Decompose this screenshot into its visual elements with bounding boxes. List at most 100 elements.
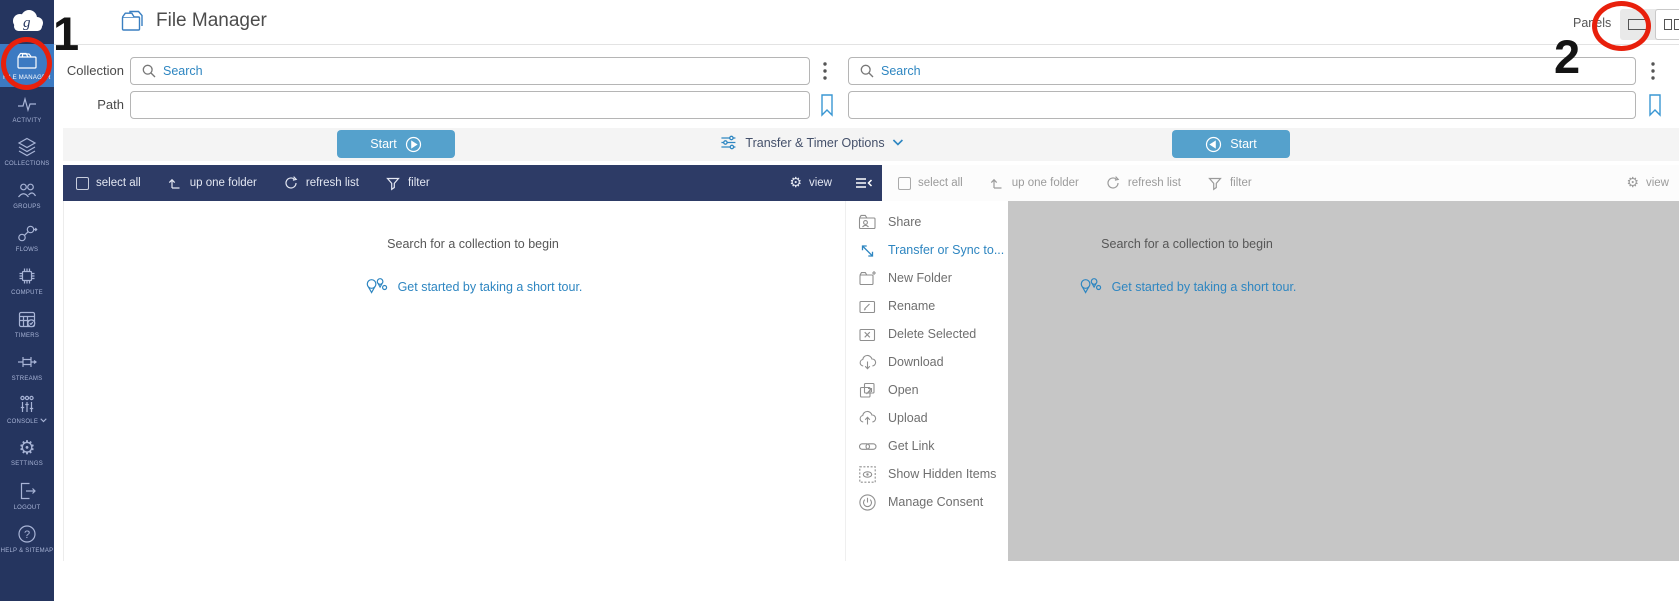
sidebar-item-groups[interactable]: GROUPS (0, 173, 54, 216)
play-right-icon (405, 136, 422, 153)
right-refresh-list[interactable]: refresh list (1105, 175, 1181, 191)
select-all-checkbox[interactable] (76, 177, 89, 190)
collapse-menu-icon[interactable] (854, 175, 873, 191)
page-title: File Manager (156, 10, 267, 32)
select-all-label: select all (918, 177, 963, 189)
tour-pins-icon (364, 276, 390, 298)
up-one-folder-label: up one folder (1012, 177, 1079, 189)
right-collection-menu-kebab-icon[interactable] (1650, 61, 1656, 81)
sidebar-item-file-manager[interactable]: FILE MANAGER (0, 44, 54, 87)
sidebar: g FILE MANAGER ACTIVITY COLLECTIONS GROU… (0, 0, 54, 601)
left-start-button[interactable]: Start (337, 130, 455, 158)
tour-pins-icon (1078, 276, 1104, 298)
tour-link-label: Get started by taking a short tour. (1112, 280, 1297, 294)
filter-label: filter (1230, 177, 1252, 189)
settings-gear-icon: ⚙ (18, 438, 35, 458)
path-label: Path (54, 97, 124, 112)
sidebar-item-flows[interactable]: FLOWS (0, 216, 54, 259)
right-start-button[interactable]: Start (1172, 130, 1290, 158)
sidebar-item-console[interactable]: CONSOLE (0, 388, 54, 431)
left-view-button[interactable]: ⚙ view (789, 175, 832, 191)
right-collection-search-input[interactable] (848, 57, 1636, 85)
sidebar-item-label: ACTIVITY (12, 118, 41, 125)
sidebar-item-help-sitemap[interactable]: ? HELP & SITEMAP (0, 517, 54, 560)
two-panel-button[interactable] (1655, 9, 1679, 40)
menu-item-share[interactable]: Share (846, 208, 1008, 236)
right-select-all[interactable]: select all (898, 177, 963, 190)
sidebar-item-collections[interactable]: COLLECTIONS (0, 130, 54, 173)
page-header: File Manager Panels (54, 0, 1679, 45)
left-path-input[interactable] (130, 91, 810, 119)
upload-cloud-icon (858, 409, 877, 428)
menu-item-show-hidden-items[interactable]: Show Hidden Items (846, 460, 1008, 488)
sidebar-item-label: SETTINGS (11, 461, 43, 468)
filter-funnel-icon (385, 175, 401, 191)
open-external-icon (858, 381, 877, 400)
compute-chip-icon (16, 265, 38, 287)
view-label: view (1646, 177, 1669, 189)
new-folder-icon (858, 269, 877, 288)
sidebar-item-label: COLLECTIONS (4, 161, 49, 168)
menu-item-delete-selected[interactable]: Delete Selected (846, 320, 1008, 348)
left-refresh-list[interactable]: refresh list (283, 175, 359, 191)
sidebar-item-streams[interactable]: STREAMS (0, 345, 54, 388)
filter-funnel-icon (1207, 175, 1223, 191)
single-panel-icon (1628, 19, 1648, 30)
help-question-icon: ? (16, 523, 38, 545)
right-filter[interactable]: filter (1207, 175, 1252, 191)
collections-layers-icon (16, 136, 38, 158)
menu-item-transfer-or-sync[interactable]: Transfer or Sync to... (846, 236, 1008, 264)
left-filter[interactable]: filter (385, 175, 430, 191)
right-empty-state-title: Search for a collection to begin (1101, 237, 1273, 251)
menu-item-label: Open (888, 383, 919, 397)
globus-logo[interactable]: g (0, 0, 54, 44)
left-collection-menu-kebab-icon[interactable] (822, 61, 828, 81)
start-button-label: Start (1230, 137, 1256, 151)
right-panel-toolbar: select all up one folder refresh list fi… (882, 165, 1679, 201)
sidebar-item-settings[interactable]: ⚙ SETTINGS (0, 431, 54, 474)
menu-item-open[interactable]: Open (846, 376, 1008, 404)
select-all-checkbox[interactable] (898, 177, 911, 190)
sidebar-item-label: FLOWS (16, 247, 39, 254)
sidebar-item-timers[interactable]: TIMERS (0, 302, 54, 345)
menu-item-label: Share (888, 215, 921, 229)
menu-item-download[interactable]: Download (846, 348, 1008, 376)
sidebar-item-label: GROUPS (13, 204, 41, 211)
refresh-list-label: refresh list (1128, 177, 1181, 189)
menu-item-upload[interactable]: Upload (846, 404, 1008, 432)
sidebar-item-label: LOGOUT (14, 505, 41, 512)
refresh-list-label: refresh list (306, 177, 359, 189)
menu-item-get-link[interactable]: Get Link (846, 432, 1008, 460)
right-tour-link[interactable]: Get started by taking a short tour. (1078, 276, 1297, 298)
sidebar-item-compute[interactable]: COMPUTE (0, 259, 54, 302)
menu-item-label: Download (888, 355, 944, 369)
right-path-bookmark-icon[interactable] (1647, 93, 1663, 117)
timers-calendar-icon (16, 308, 38, 330)
svg-text:?: ? (24, 529, 30, 541)
select-all-label: select all (96, 177, 141, 189)
right-path-input[interactable] (848, 91, 1636, 119)
file-manager-folder-icon (16, 50, 38, 72)
transfer-timer-options-toggle[interactable]: Transfer & Timer Options (720, 135, 903, 150)
start-button-label: Start (370, 137, 396, 151)
menu-item-new-folder[interactable]: New Folder (846, 264, 1008, 292)
filter-label: filter (408, 177, 430, 189)
sidebar-item-logout[interactable]: LOGOUT (0, 474, 54, 517)
left-path-bookmark-icon[interactable] (819, 93, 835, 117)
collection-label: Collection (54, 63, 124, 78)
sidebar-item-activity[interactable]: ACTIVITY (0, 87, 54, 130)
left-tour-link[interactable]: Get started by taking a short tour. (364, 276, 583, 298)
left-select-all[interactable]: select all (76, 177, 141, 190)
left-collection-search-input[interactable] (130, 57, 810, 85)
right-up-one-folder[interactable]: up one folder (989, 175, 1079, 191)
sidebar-item-label: FILE MANAGER (3, 75, 51, 82)
menu-item-label: New Folder (888, 271, 952, 285)
single-panel-button[interactable] (1620, 9, 1655, 40)
menu-item-rename[interactable]: Rename (846, 292, 1008, 320)
manage-consent-power-icon (858, 493, 877, 512)
right-view-button[interactable]: ⚙ view (1626, 175, 1669, 191)
sidebar-item-label: TIMERS (15, 333, 39, 340)
refresh-icon (283, 175, 299, 191)
left-up-one-folder[interactable]: up one folder (167, 175, 257, 191)
menu-item-manage-consent[interactable]: Manage Consent (846, 488, 1008, 516)
